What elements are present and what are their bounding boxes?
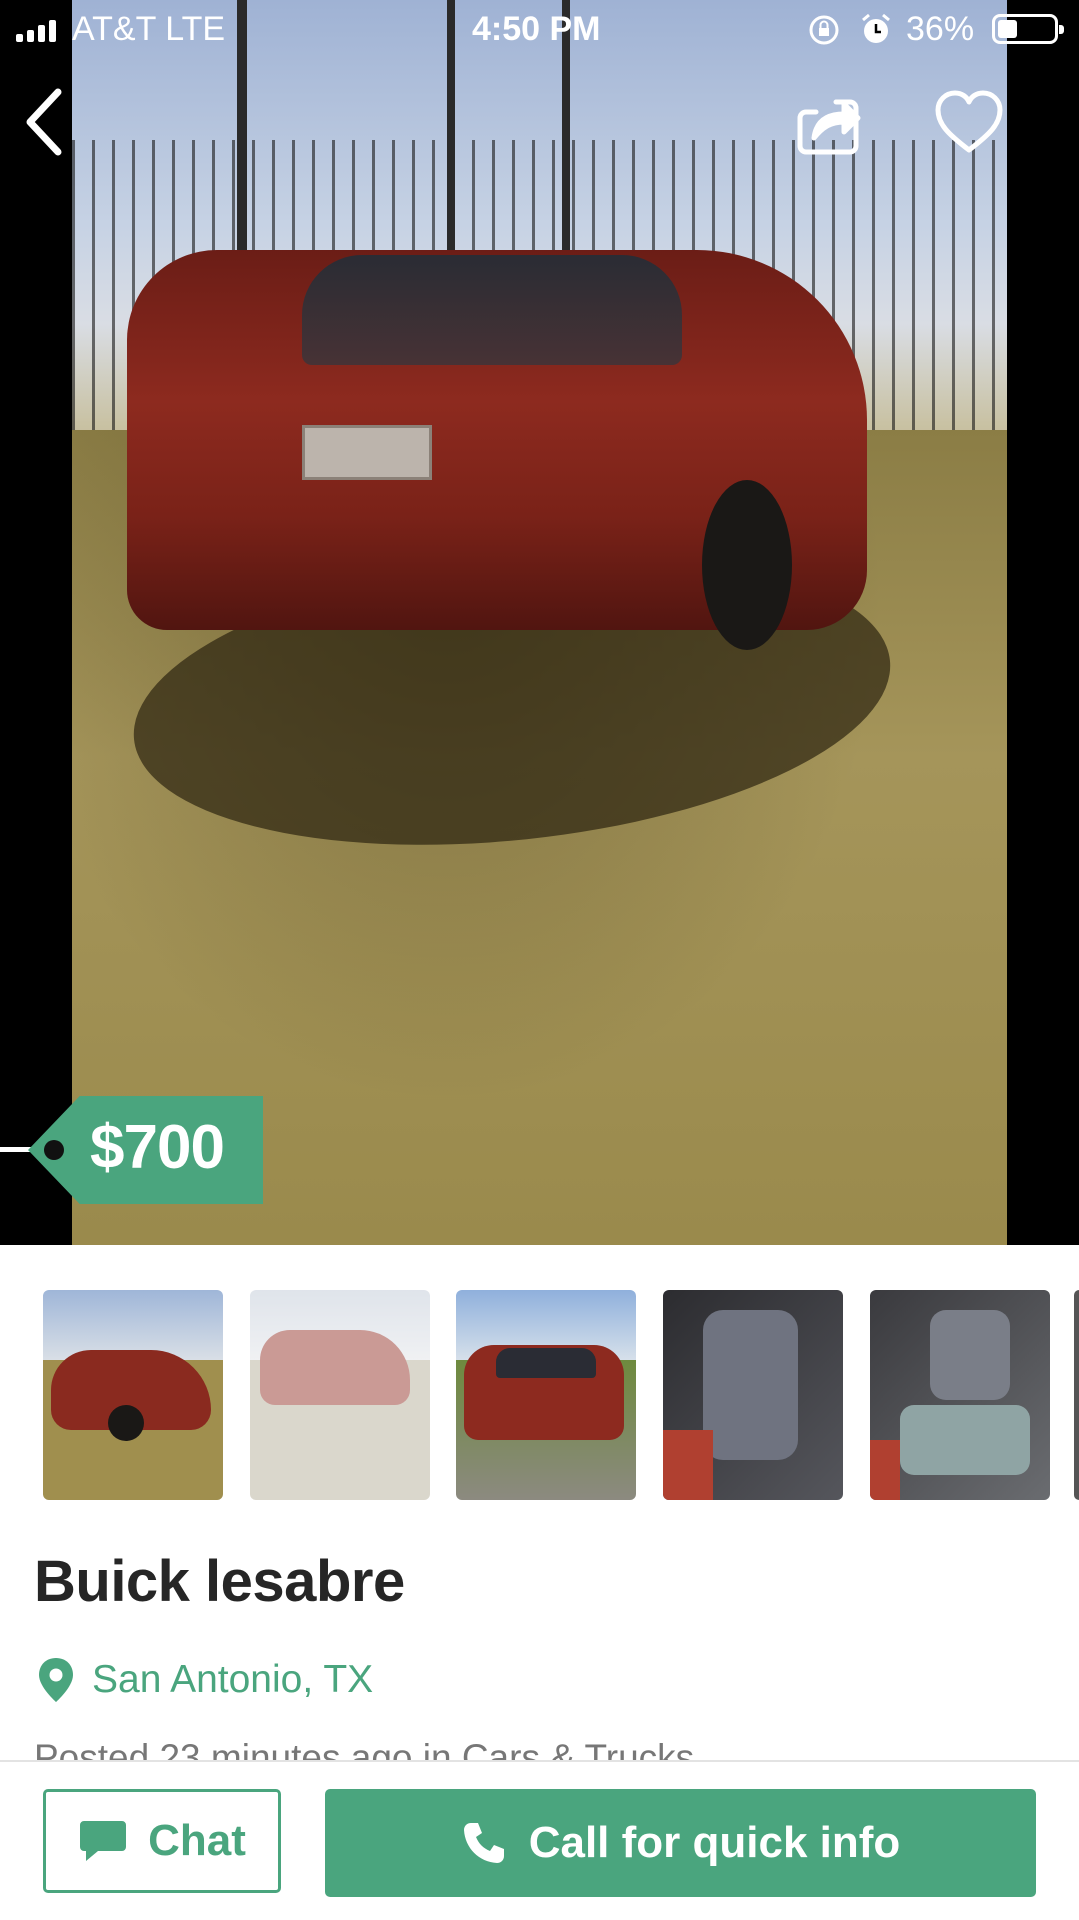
thumbnail-6-peek[interactable] [1074, 1290, 1079, 1500]
thumbnail-3[interactable] [456, 1290, 636, 1500]
battery-fill [998, 20, 1017, 38]
rotation-lock-icon [809, 15, 839, 45]
thumbnail-5[interactable] [870, 1290, 1050, 1500]
photo-car-wheel [702, 480, 792, 650]
chat-bubble-icon [80, 1821, 127, 1861]
posted-info: Posted 23 minutes ago in Cars & Trucks [34, 1737, 695, 1760]
call-button[interactable]: Call for quick info [325, 1789, 1036, 1897]
chat-button-label: Chat [148, 1816, 246, 1865]
chat-button[interactable]: Chat [43, 1789, 281, 1893]
signal-strength-icon [16, 20, 56, 42]
thumbnail-4[interactable] [663, 1290, 843, 1500]
heart-icon [935, 90, 1003, 153]
share-icon [797, 99, 861, 155]
price-tag: $700 [0, 1096, 265, 1204]
alarm-icon [862, 13, 890, 43]
location-label: San Antonio, TX [92, 1658, 374, 1701]
listing-location[interactable]: San Antonio, TX [36, 1656, 373, 1704]
battery-nub [1059, 25, 1064, 34]
thumb-car-window [496, 1348, 596, 1378]
thumb-wheel [108, 1405, 144, 1441]
photo-car-window [302, 255, 682, 365]
thumb-seat [930, 1310, 1010, 1400]
thumb-door [870, 1440, 900, 1500]
thumbnail-strip[interactable] [0, 1290, 1079, 1500]
hero-photo[interactable] [72, 0, 1007, 1245]
phone-icon [463, 1823, 504, 1863]
bottom-action-bar: Chat Call for quick info [0, 1760, 1079, 1920]
back-button[interactable] [14, 84, 78, 160]
price-tag-hole [44, 1140, 64, 1160]
status-bar: AT&T LTE 4:50 PM 36% [0, 0, 1079, 60]
call-button-label: Call for quick info [528, 1818, 901, 1867]
thumb-car [260, 1330, 410, 1405]
thumb-seat [900, 1405, 1030, 1475]
clock: 4:50 PM [472, 10, 601, 48]
listing-title: Buick lesabre [34, 1549, 405, 1614]
thumb-door [663, 1430, 713, 1500]
hero-gallery[interactable]: AT&T LTE 4:50 PM 36% $700 [0, 0, 1079, 1245]
thumb-seat [703, 1310, 798, 1460]
price-label: $700 [90, 1113, 225, 1182]
battery-icon [992, 14, 1064, 44]
chevron-left-icon [26, 88, 62, 156]
favorite-button[interactable] [934, 88, 1004, 158]
thumbnail-2[interactable] [250, 1290, 430, 1500]
share-button[interactable] [792, 88, 862, 158]
photo-car-plate [302, 425, 432, 480]
location-pin-icon [39, 1658, 73, 1702]
battery-percentage: 36% [906, 10, 975, 48]
carrier-label: AT&T LTE [72, 10, 226, 48]
thumbnail-1[interactable] [43, 1290, 223, 1500]
listing-detail-screen: AT&T LTE 4:50 PM 36% $700 Buick lesabre … [0, 0, 1079, 1920]
